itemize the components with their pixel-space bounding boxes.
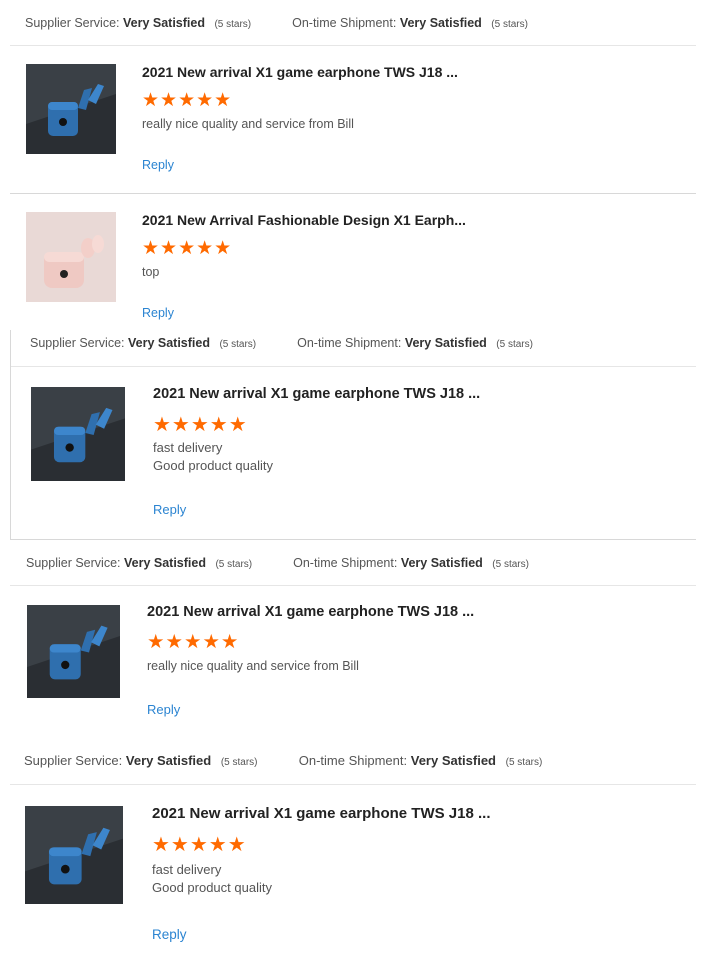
pink-earphone-image bbox=[26, 212, 116, 302]
blue-earphone-image bbox=[27, 605, 120, 698]
divider bbox=[10, 45, 696, 46]
blue-earphone-thumbnail[interactable] bbox=[25, 806, 123, 904]
supplier-service-stars: (5 stars) bbox=[214, 19, 252, 30]
supplier-service-stars: (5 stars) bbox=[220, 757, 258, 768]
ontime-shipment-value: Very Satisfied bbox=[399, 16, 482, 30]
ontime-shipment-label: On-time Shipment: bbox=[297, 336, 402, 350]
rating-summary: Supplier Service: Very Satisfied (5 star… bbox=[30, 336, 533, 350]
blue-earphone-image bbox=[25, 806, 123, 904]
product-title[interactable]: 2021 New arrival X1 game earphone TWS J1… bbox=[152, 805, 491, 822]
reply-link[interactable]: Reply bbox=[147, 702, 180, 717]
supplier-service-label: Supplier Service: bbox=[25, 16, 120, 30]
blue-earphone-image bbox=[31, 387, 125, 481]
supplier-service-stars: (5 stars) bbox=[215, 559, 253, 570]
blue-earphone-thumbnail[interactable] bbox=[31, 387, 125, 481]
ontime-shipment-stars: (5 stars) bbox=[492, 559, 529, 570]
product-title[interactable]: 2021 New arrival X1 game earphone TWS J1… bbox=[153, 386, 480, 402]
review-comment-line: really nice quality and service from Bil… bbox=[142, 117, 354, 131]
supplier-service-value: Very Satisfied bbox=[123, 556, 206, 570]
supplier-service-label: Supplier Service: bbox=[30, 336, 125, 350]
rating-summary: Supplier Service: Very Satisfied (5 star… bbox=[24, 753, 542, 768]
supplier-service-value: Very Satisfied bbox=[127, 336, 210, 350]
review-comment-line: fast delivery bbox=[153, 440, 223, 455]
ontime-shipment-value: Very Satisfied bbox=[404, 336, 487, 350]
rating-stars-icon: ★★★★★ bbox=[142, 90, 233, 111]
reply-link[interactable]: Reply bbox=[153, 502, 186, 517]
blue-earphone-image bbox=[26, 64, 116, 154]
rating-stars-icon: ★★★★★ bbox=[152, 834, 247, 856]
reply-link[interactable]: Reply bbox=[142, 306, 174, 320]
supplier-service-value: Very Satisfied bbox=[122, 16, 205, 30]
divider bbox=[10, 585, 696, 586]
review-comment-line: Good product quality bbox=[152, 880, 272, 895]
rating-stars-icon: ★★★★★ bbox=[147, 631, 240, 653]
product-title[interactable]: 2021 New arrival X1 game earphone TWS J1… bbox=[142, 64, 458, 80]
rating-stars-icon: ★★★★★ bbox=[142, 238, 233, 259]
review-comment: top bbox=[142, 263, 159, 281]
blue-earphone-thumbnail[interactable] bbox=[27, 605, 120, 698]
ontime-shipment-label: On-time Shipment: bbox=[292, 16, 397, 30]
product-title[interactable]: 2021 New arrival X1 game earphone TWS J1… bbox=[147, 604, 474, 620]
supplier-service-label: Supplier Service: bbox=[24, 753, 123, 768]
ontime-shipment-stars: (5 stars) bbox=[505, 757, 543, 768]
rating-summary: Supplier Service: Very Satisfied (5 star… bbox=[25, 16, 528, 30]
supplier-service-stars: (5 stars) bbox=[219, 339, 257, 350]
review-comment-line: really nice quality and service from Bil… bbox=[147, 659, 359, 673]
review-comment: really nice quality and service from Bil… bbox=[142, 115, 354, 133]
ontime-shipment-stars: (5 stars) bbox=[491, 19, 528, 30]
review-comment: fast delivery Good product quality bbox=[153, 439, 273, 475]
blue-earphone-thumbnail[interactable] bbox=[26, 64, 116, 154]
review-comment-line: Good product quality bbox=[153, 458, 273, 473]
divider bbox=[10, 193, 696, 194]
rating-stars-icon: ★★★★★ bbox=[153, 414, 248, 436]
reply-link[interactable]: Reply bbox=[152, 927, 187, 942]
pink-earphone-thumbnail[interactable] bbox=[26, 212, 116, 302]
review-comment-line: top bbox=[142, 265, 160, 279]
divider bbox=[11, 366, 696, 367]
supplier-service-value: Very Satisfied bbox=[125, 753, 212, 768]
ontime-shipment-value: Very Satisfied bbox=[400, 556, 483, 570]
ontime-shipment-label: On-time Shipment: bbox=[293, 556, 398, 570]
review-comment: fast delivery Good product quality bbox=[152, 861, 272, 897]
supplier-service-label: Supplier Service: bbox=[26, 556, 121, 570]
review-comment-line: fast delivery bbox=[152, 862, 222, 877]
divider bbox=[10, 784, 696, 785]
ontime-shipment-label: On-time Shipment: bbox=[298, 753, 408, 768]
ontime-shipment-value: Very Satisfied bbox=[410, 753, 497, 768]
product-title[interactable]: 2021 New Arrival Fashionable Design X1 E… bbox=[142, 212, 466, 228]
ontime-shipment-stars: (5 stars) bbox=[496, 339, 533, 350]
review-comment: really nice quality and service from Bil… bbox=[147, 657, 359, 675]
rating-summary: Supplier Service: Very Satisfied (5 star… bbox=[26, 556, 529, 570]
reply-link[interactable]: Reply bbox=[142, 158, 174, 172]
